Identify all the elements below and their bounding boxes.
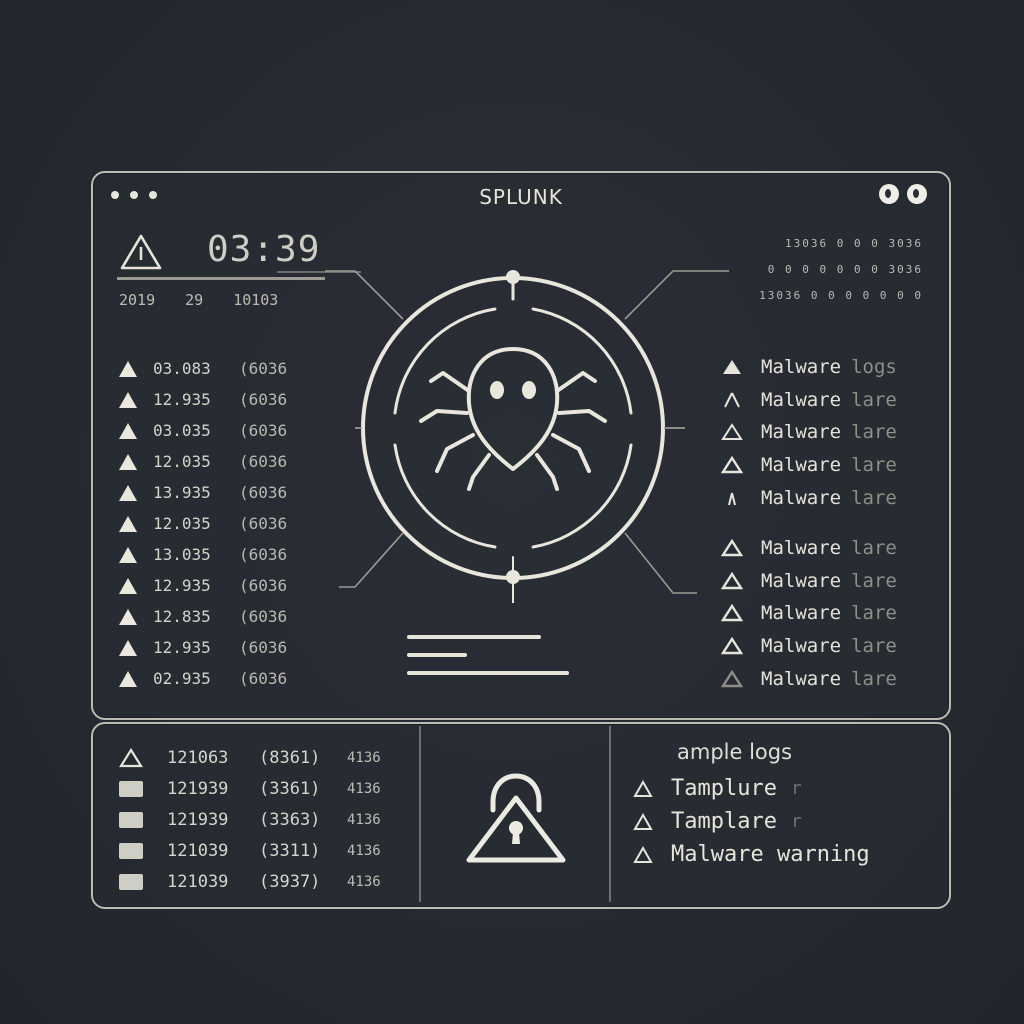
log-suffix: lare: [851, 537, 897, 560]
log-label: Malware: [761, 356, 842, 379]
warning-icon: [728, 492, 736, 505]
template-faded: r: [790, 778, 802, 799]
list-item[interactable]: Tamplure r: [633, 772, 884, 805]
event-code: (3937): [259, 871, 321, 892]
list-item[interactable]: Malware lare: [721, 481, 897, 514]
log-label: Malware: [761, 454, 842, 477]
warning-icon: [721, 604, 743, 622]
log-label: Malware: [761, 421, 842, 444]
list-item[interactable]: Malware warning: [633, 838, 884, 871]
bar: [407, 653, 467, 657]
event-code: (8361): [259, 747, 321, 768]
log-suffix: lare: [851, 421, 897, 444]
table-row[interactable]: 121939 (3361) 4136: [119, 773, 381, 804]
event-id: 121939: [167, 809, 229, 830]
warning-icon: [721, 571, 743, 590]
log-suffix: lare: [851, 602, 897, 625]
divider: [419, 726, 421, 902]
checkbox[interactable]: [119, 811, 143, 828]
list-item[interactable]: Malware lare: [721, 565, 897, 598]
event-value: 4136: [347, 780, 381, 797]
table-row[interactable]: 121939 (3363) 4136: [119, 804, 381, 835]
table-row[interactable]: 121039 (3311) 4136: [119, 835, 381, 866]
log-label: Malware: [761, 667, 842, 690]
list-item[interactable]: Malware lare: [721, 597, 897, 630]
template-label: Tamplare: [671, 809, 777, 834]
main-window: SPLUNK 03:39 2019 29 10103 03.083 (6036 1…: [91, 171, 951, 720]
template-label: Tamplure: [671, 776, 777, 801]
log-suffix: lare: [851, 635, 897, 658]
table-row[interactable]: 121063 (8361) 4136: [119, 742, 381, 773]
divider: [609, 726, 611, 902]
event-id: 121039: [167, 871, 229, 892]
log-label: Malware: [761, 569, 842, 592]
bottom-panel: 121063 (8361) 4136 121939 (3361) 4136 121939…: [91, 722, 951, 909]
log-suffix: lare: [851, 569, 897, 592]
lock-icon: [466, 773, 566, 863]
list-item[interactable]: Tamplare r: [633, 805, 884, 838]
event-code: (3363): [259, 809, 321, 830]
log-suffix: logs: [851, 356, 897, 379]
malware-log-list: Malware logs Malware lare Malware lare Malw…: [721, 351, 897, 695]
event-value: 4136: [347, 873, 381, 890]
bar: [407, 635, 541, 639]
warning-icon: [633, 845, 653, 863]
list-item[interactable]: Malware lare: [721, 532, 897, 565]
warning-icon: [721, 456, 743, 474]
event-code: (3311): [259, 840, 321, 861]
log-suffix: lare: [851, 486, 897, 509]
section-title: ample logs: [677, 740, 793, 764]
checkbox[interactable]: [119, 780, 143, 797]
log-label: Malware: [761, 537, 842, 560]
warning-icon: [724, 392, 740, 408]
event-code: (3361): [259, 778, 321, 799]
log-label: Malware: [761, 486, 842, 509]
progress-bars: [407, 635, 569, 689]
warning-icon: [721, 669, 743, 687]
warning-icon: [721, 539, 743, 557]
event-log-list: 121063 (8361) 4136 121939 (3361) 4136 121939…: [119, 742, 381, 897]
bar: [407, 671, 569, 675]
event-value: 4136: [347, 811, 381, 828]
template-list: ample logs Tamplure r Tamplare r Malware w…: [633, 740, 884, 871]
list-item[interactable]: Malware lare: [721, 416, 897, 449]
checkbox[interactable]: [119, 873, 143, 890]
template-label: Malware warning: [671, 842, 870, 867]
list-item[interactable]: Malware lare: [721, 384, 897, 417]
warning-icon: [721, 423, 743, 441]
event-value: 4136: [347, 842, 381, 859]
log-suffix: lare: [851, 454, 897, 477]
warning-icon: [633, 812, 653, 830]
warning-icon: [633, 779, 653, 797]
log-label: Malware: [761, 602, 842, 625]
warning-icon: [119, 747, 143, 767]
event-id: 121063: [167, 747, 229, 768]
log-label: Malware: [761, 635, 842, 658]
event-id: 121939: [167, 778, 229, 799]
event-value: 4136: [347, 749, 381, 766]
log-suffix: lare: [851, 388, 897, 411]
list-item[interactable]: Malware logs: [721, 351, 897, 384]
warning-icon: [721, 637, 743, 655]
list-item[interactable]: Malware lare: [721, 662, 897, 695]
log-label: Malware: [761, 388, 842, 411]
template-faded: r: [790, 811, 802, 832]
checkbox[interactable]: [119, 842, 143, 859]
log-suffix: lare: [851, 667, 897, 690]
warning-icon: [723, 360, 741, 375]
list-item[interactable]: Malware lare: [721, 449, 897, 482]
table-row[interactable]: 121039 (3937) 4136: [119, 866, 381, 897]
event-id: 121039: [167, 840, 229, 861]
list-item[interactable]: Malware lare: [721, 630, 897, 663]
